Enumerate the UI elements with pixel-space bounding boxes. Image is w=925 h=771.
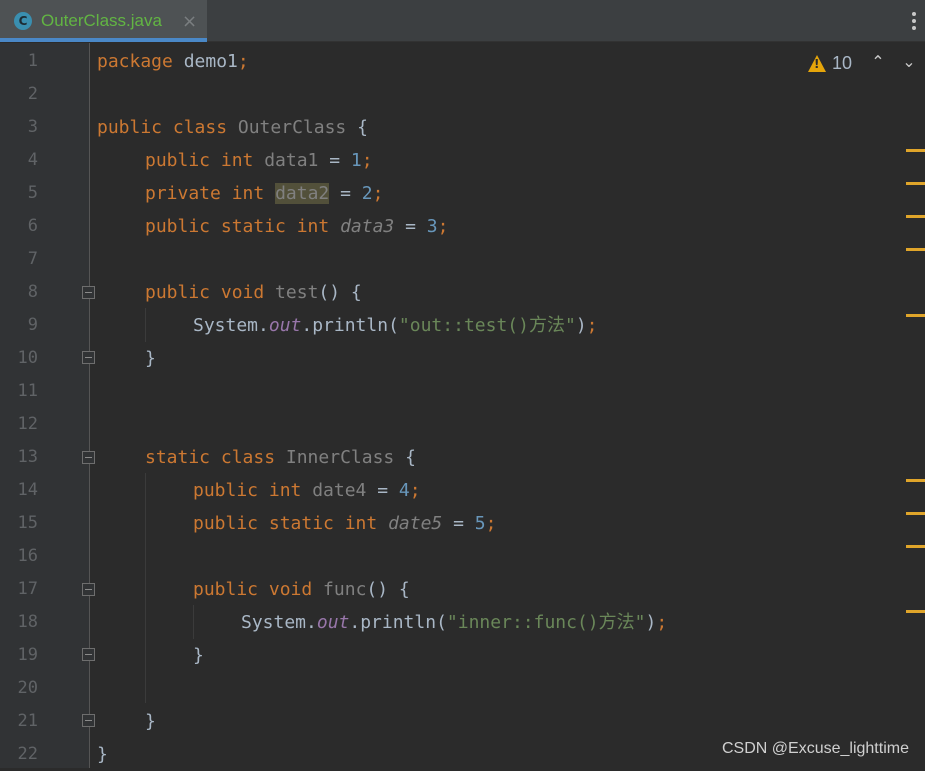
line-number: 16 (17, 546, 38, 566)
code-line-22: } (97, 744, 108, 765)
line-number: 13 (17, 447, 38, 467)
fold-toggle-icon[interactable] (82, 583, 95, 596)
tab-outerclass-java[interactable]: C OuterClass.java × (0, 0, 207, 42)
line-number: 8 (27, 282, 38, 302)
fold-toggle-icon[interactable] (82, 648, 95, 661)
line-number: 14 (17, 480, 38, 500)
code-line-6: public static int data3 = 3; (145, 216, 449, 237)
warning-marker[interactable] (906, 610, 925, 613)
line-number: 18 (17, 612, 38, 632)
line-number: 19 (17, 645, 38, 665)
warning-marker[interactable] (906, 215, 925, 218)
warning-count: 10 (832, 52, 853, 73)
line-number: 6 (27, 216, 38, 236)
line-number: 2 (27, 84, 38, 104)
chevron-down-icon[interactable]: ⌄ (899, 52, 919, 72)
fold-toggle-icon[interactable] (82, 714, 95, 727)
code-line-5: private int data2 = 2; (145, 183, 384, 204)
line-number: 9 (27, 315, 38, 335)
indent-guide (145, 473, 146, 703)
warning-marker[interactable] (906, 545, 925, 548)
highlighted-field: data2 (275, 183, 330, 204)
inspection-widget[interactable]: 10 (808, 50, 852, 76)
code-line-14: public int date4 = 4; (193, 480, 421, 501)
fold-toggle-icon[interactable] (82, 351, 95, 364)
fold-toggle-icon[interactable] (82, 286, 95, 299)
line-number: 11 (17, 381, 38, 401)
line-number: 22 (17, 744, 38, 764)
watermark: CSDN @Excuse_lighttime (722, 740, 909, 757)
code-line-3: public class OuterClass { (97, 117, 368, 138)
code-line-10: } (145, 348, 156, 369)
line-number: 1 (27, 51, 38, 71)
code-line-9: System.out.println("out::test()方法"); (193, 315, 598, 336)
line-number: 17 (17, 579, 38, 599)
line-number: 20 (17, 678, 38, 698)
warning-icon (808, 54, 826, 72)
indent-guide (145, 308, 146, 342)
code-line-21: } (145, 711, 156, 732)
warning-marker[interactable] (906, 314, 925, 317)
warning-marker[interactable] (906, 512, 925, 515)
code-line-4: public int data1 = 1; (145, 150, 373, 171)
more-options-icon[interactable] (911, 12, 917, 32)
line-number: 21 (17, 711, 38, 731)
indent-guide (193, 605, 194, 639)
tab-title: OuterClass.java (41, 11, 162, 30)
line-number: 15 (17, 513, 38, 533)
editor-tab-bar: C OuterClass.java × (0, 0, 925, 42)
warning-marker[interactable] (906, 182, 925, 185)
code-line-17: public void func() { (193, 579, 410, 600)
line-number: 10 (17, 348, 38, 368)
java-class-icon: C (14, 12, 32, 30)
code-line-1: package demo1; (97, 51, 249, 72)
close-icon[interactable]: × (182, 11, 197, 32)
line-number: 3 (27, 117, 38, 137)
code-line-13: static class InnerClass { (145, 447, 416, 468)
warning-marker[interactable] (906, 149, 925, 152)
warning-marker[interactable] (906, 248, 925, 251)
code-line-18: System.out.println("inner::func()方法"); (241, 612, 668, 633)
line-number: 12 (17, 414, 38, 434)
code-line-8: public void test() { (145, 282, 362, 303)
code-line-19: } (193, 645, 204, 666)
line-number: 4 (27, 150, 38, 170)
line-number: 7 (27, 249, 38, 269)
chevron-up-icon[interactable]: ⌃ (868, 52, 888, 72)
fold-toggle-icon[interactable] (82, 451, 95, 464)
line-number: 5 (27, 183, 38, 203)
warning-marker[interactable] (906, 479, 925, 482)
code-line-15: public static int date5 = 5; (193, 513, 497, 534)
